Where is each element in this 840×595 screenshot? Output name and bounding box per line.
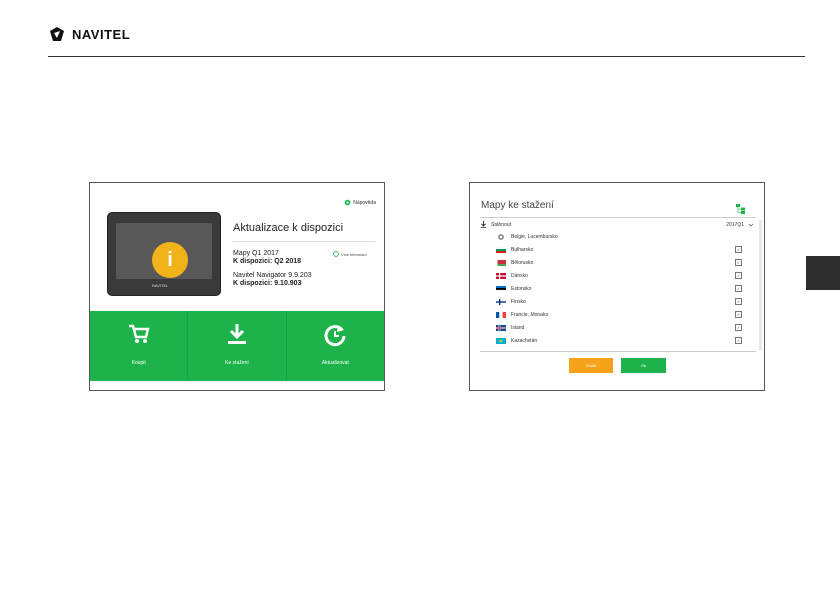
navitel-logo: NAVITEL bbox=[48, 26, 130, 42]
country-name: Kazachstán bbox=[511, 337, 538, 344]
flag-belarus-icon bbox=[496, 259, 506, 266]
gear-icon bbox=[344, 199, 351, 206]
more-info-link[interactable]: Více informací bbox=[333, 251, 367, 257]
list-item[interactable]: Bulharsko ✓ bbox=[496, 243, 756, 256]
list-item[interactable]: Kazachstán ✓ bbox=[496, 334, 756, 347]
device-screen: i bbox=[116, 223, 212, 279]
checkbox[interactable]: ✓ bbox=[735, 246, 742, 253]
country-name: Francie, Monako bbox=[511, 311, 549, 318]
country-name: Finsko bbox=[511, 298, 526, 305]
globe-icon bbox=[498, 233, 504, 240]
flag-estonia-icon bbox=[496, 285, 506, 292]
list-item[interactable]: Dánsko ✓ bbox=[496, 269, 756, 282]
scrollbar[interactable] bbox=[759, 220, 762, 350]
buy-button[interactable]: Koupit bbox=[90, 311, 189, 381]
list-item[interactable]: Belgie, Lucembursko bbox=[496, 230, 756, 243]
flag-denmark-icon bbox=[496, 272, 506, 279]
country-name: Dánsko bbox=[511, 272, 528, 279]
flag-bulgaria-icon bbox=[496, 246, 506, 253]
refresh-icon bbox=[324, 325, 346, 347]
navitel-logo-icon bbox=[50, 27, 64, 41]
list-bottom-divider bbox=[480, 351, 756, 352]
update-button[interactable]: Aktualizovat bbox=[287, 311, 384, 381]
device-brand: NAVITEL bbox=[152, 283, 169, 288]
checkbox[interactable]: ✓ bbox=[735, 272, 742, 279]
maps-version: Mapy Q1 2017 bbox=[233, 250, 279, 257]
tree-view-icon[interactable] bbox=[736, 204, 745, 214]
download-button[interactable]: Ke stažení bbox=[188, 311, 287, 381]
update-panel: Nápověda i NAVITEL Aktualizace k dispozi… bbox=[89, 182, 385, 391]
more-info-label: Více informací bbox=[341, 251, 367, 257]
brand-name: NAVITEL bbox=[72, 26, 131, 42]
navigator-device-image: i NAVITEL bbox=[108, 213, 220, 295]
version-label: 2017Q1 bbox=[726, 221, 744, 228]
checkbox[interactable]: ✓ bbox=[735, 324, 742, 331]
navigator-available: K dispozici: 9.10.903 bbox=[233, 280, 302, 287]
country-name: Bulharsko bbox=[511, 246, 534, 253]
header-divider bbox=[48, 56, 805, 57]
update-label: Aktualizovat bbox=[321, 360, 349, 366]
help-link[interactable]: Nápověda bbox=[344, 199, 376, 206]
checkbox[interactable]: ✓ bbox=[735, 311, 742, 318]
maps-download-panel: Mapy ke stažení Stáhnout 2017Q1 Belgie, … bbox=[469, 182, 765, 391]
info-circle-icon bbox=[333, 251, 339, 257]
maps-title: Mapy ke stažení bbox=[481, 200, 554, 211]
flag-finland-icon bbox=[496, 298, 506, 305]
info-icon: i bbox=[152, 242, 188, 278]
download-icon bbox=[227, 324, 246, 344]
download-label: Stáhnout bbox=[491, 221, 512, 228]
flag-kazakhstan-icon bbox=[496, 337, 506, 344]
flag-iceland-icon bbox=[496, 324, 506, 331]
section-tab bbox=[806, 256, 840, 290]
checkbox[interactable]: ✓ bbox=[735, 298, 742, 305]
list-item[interactable]: Island ✓ bbox=[496, 321, 756, 334]
navigator-version: Navitel Navigator 9.9.203 bbox=[233, 272, 312, 279]
country-name: Estonsko bbox=[511, 285, 532, 292]
title-divider bbox=[233, 241, 375, 242]
checkbox[interactable]: ✓ bbox=[735, 259, 742, 266]
list-divider bbox=[480, 217, 756, 218]
ok-button[interactable]: Ok bbox=[621, 358, 666, 373]
country-name: Bělorusko bbox=[511, 259, 534, 266]
checkbox[interactable]: ✓ bbox=[735, 337, 742, 344]
country-name: Island bbox=[511, 324, 525, 331]
action-bar: Koupit Ke stažení Aktualizovat bbox=[90, 311, 384, 381]
download-all-row[interactable]: Stáhnout 2017Q1 bbox=[480, 219, 756, 230]
buy-label: Koupit bbox=[131, 360, 146, 366]
cart-icon bbox=[128, 324, 150, 343]
chevron-down-icon[interactable] bbox=[748, 222, 754, 228]
list-item[interactable]: Francie, Monako ✓ bbox=[496, 308, 756, 321]
download-label: Ke stažení bbox=[225, 360, 249, 366]
country-name: Belgie, Lucembursko bbox=[511, 233, 558, 240]
update-title: Aktualizace k dispozici bbox=[233, 222, 344, 234]
maps-available: K dispozici: Q2 2018 bbox=[233, 258, 302, 265]
download-icon bbox=[480, 221, 487, 228]
checkbox[interactable]: ✓ bbox=[735, 285, 742, 292]
flag-france-icon bbox=[496, 311, 506, 318]
help-label: Nápověda bbox=[353, 199, 376, 206]
list-item[interactable]: Finsko ✓ bbox=[496, 295, 756, 308]
cancel-button[interactable]: Zrušit bbox=[569, 358, 613, 373]
list-item[interactable]: Bělorusko ✓ bbox=[496, 256, 756, 269]
list-item[interactable]: Estonsko ✓ bbox=[496, 282, 756, 295]
